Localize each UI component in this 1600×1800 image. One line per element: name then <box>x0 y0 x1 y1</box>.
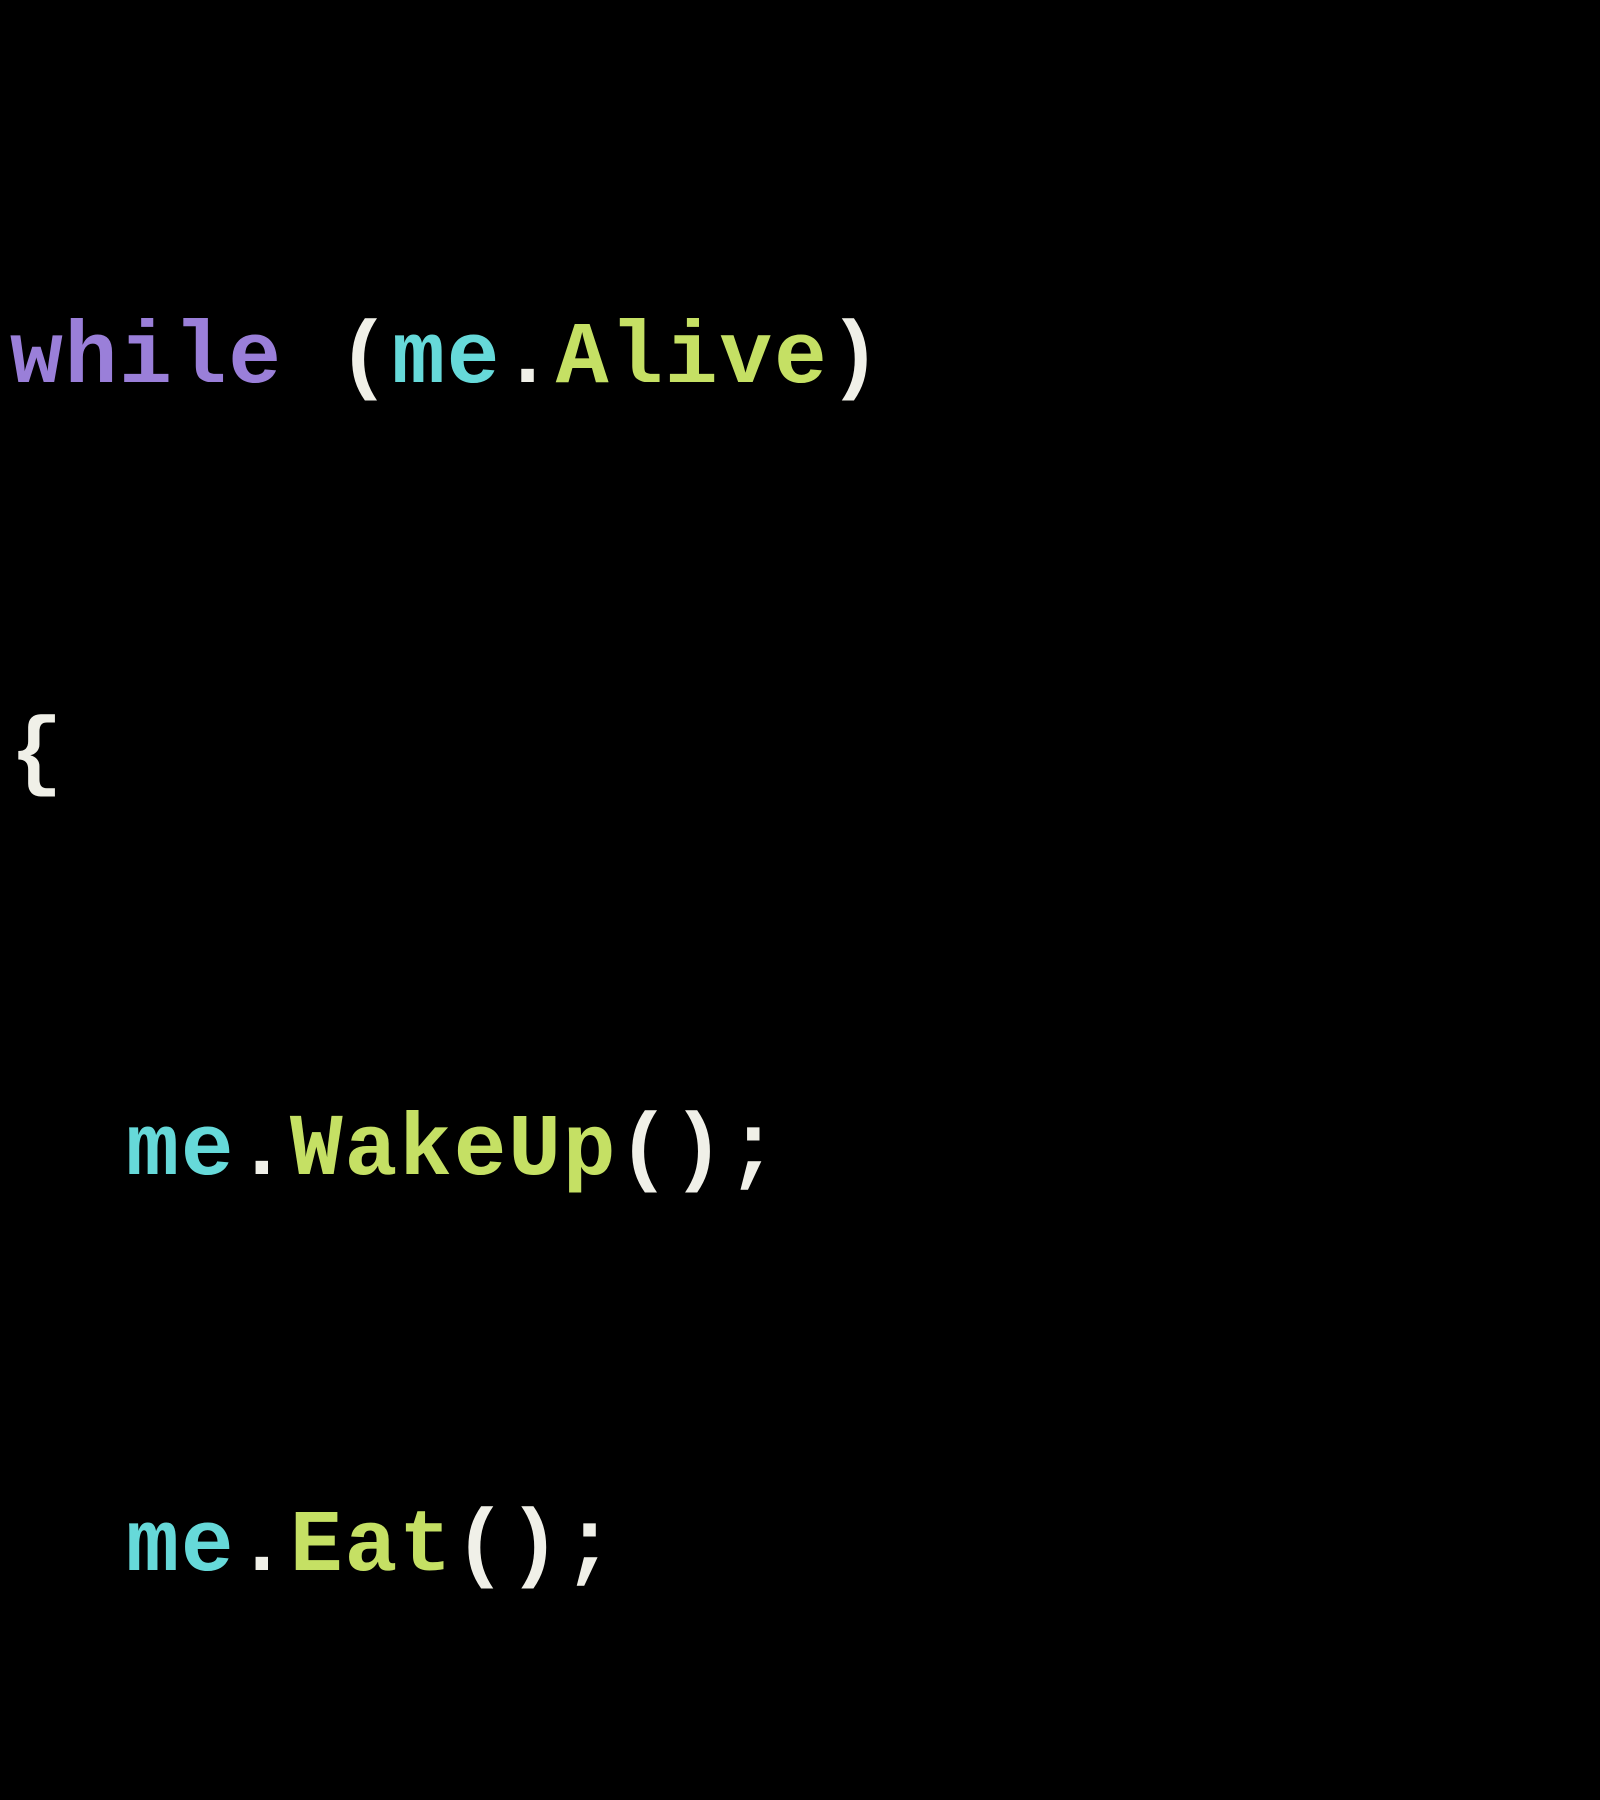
code-line-while: while (me.Alive) <box>10 294 1590 426</box>
code-line-wakeup: me.WakeUp(); <box>10 1086 1590 1218</box>
dot: . <box>235 1102 290 1201</box>
parens-semicolon: (); <box>454 1498 618 1597</box>
code-line-eat: me.Eat(); <box>10 1482 1590 1614</box>
dot: . <box>235 1498 290 1597</box>
open-brace: { <box>10 706 65 805</box>
keyword-while: while <box>10 310 283 409</box>
object-me: me <box>126 1498 235 1597</box>
object-me: me <box>126 1102 235 1201</box>
code-editor-view: while (me.Alive) { me.WakeUp(); me.Eat()… <box>10 30 1590 1800</box>
parens-semicolon: (); <box>617 1102 781 1201</box>
method-wakeup: WakeUp <box>290 1102 617 1201</box>
dot: . <box>501 310 556 409</box>
space <box>283 310 338 409</box>
close-paren: ) <box>829 310 884 409</box>
method-eat: Eat <box>290 1498 454 1597</box>
open-paren: ( <box>337 310 392 409</box>
code-line-open-brace: { <box>10 690 1590 822</box>
object-me: me <box>392 310 501 409</box>
property-alive: Alive <box>556 310 829 409</box>
